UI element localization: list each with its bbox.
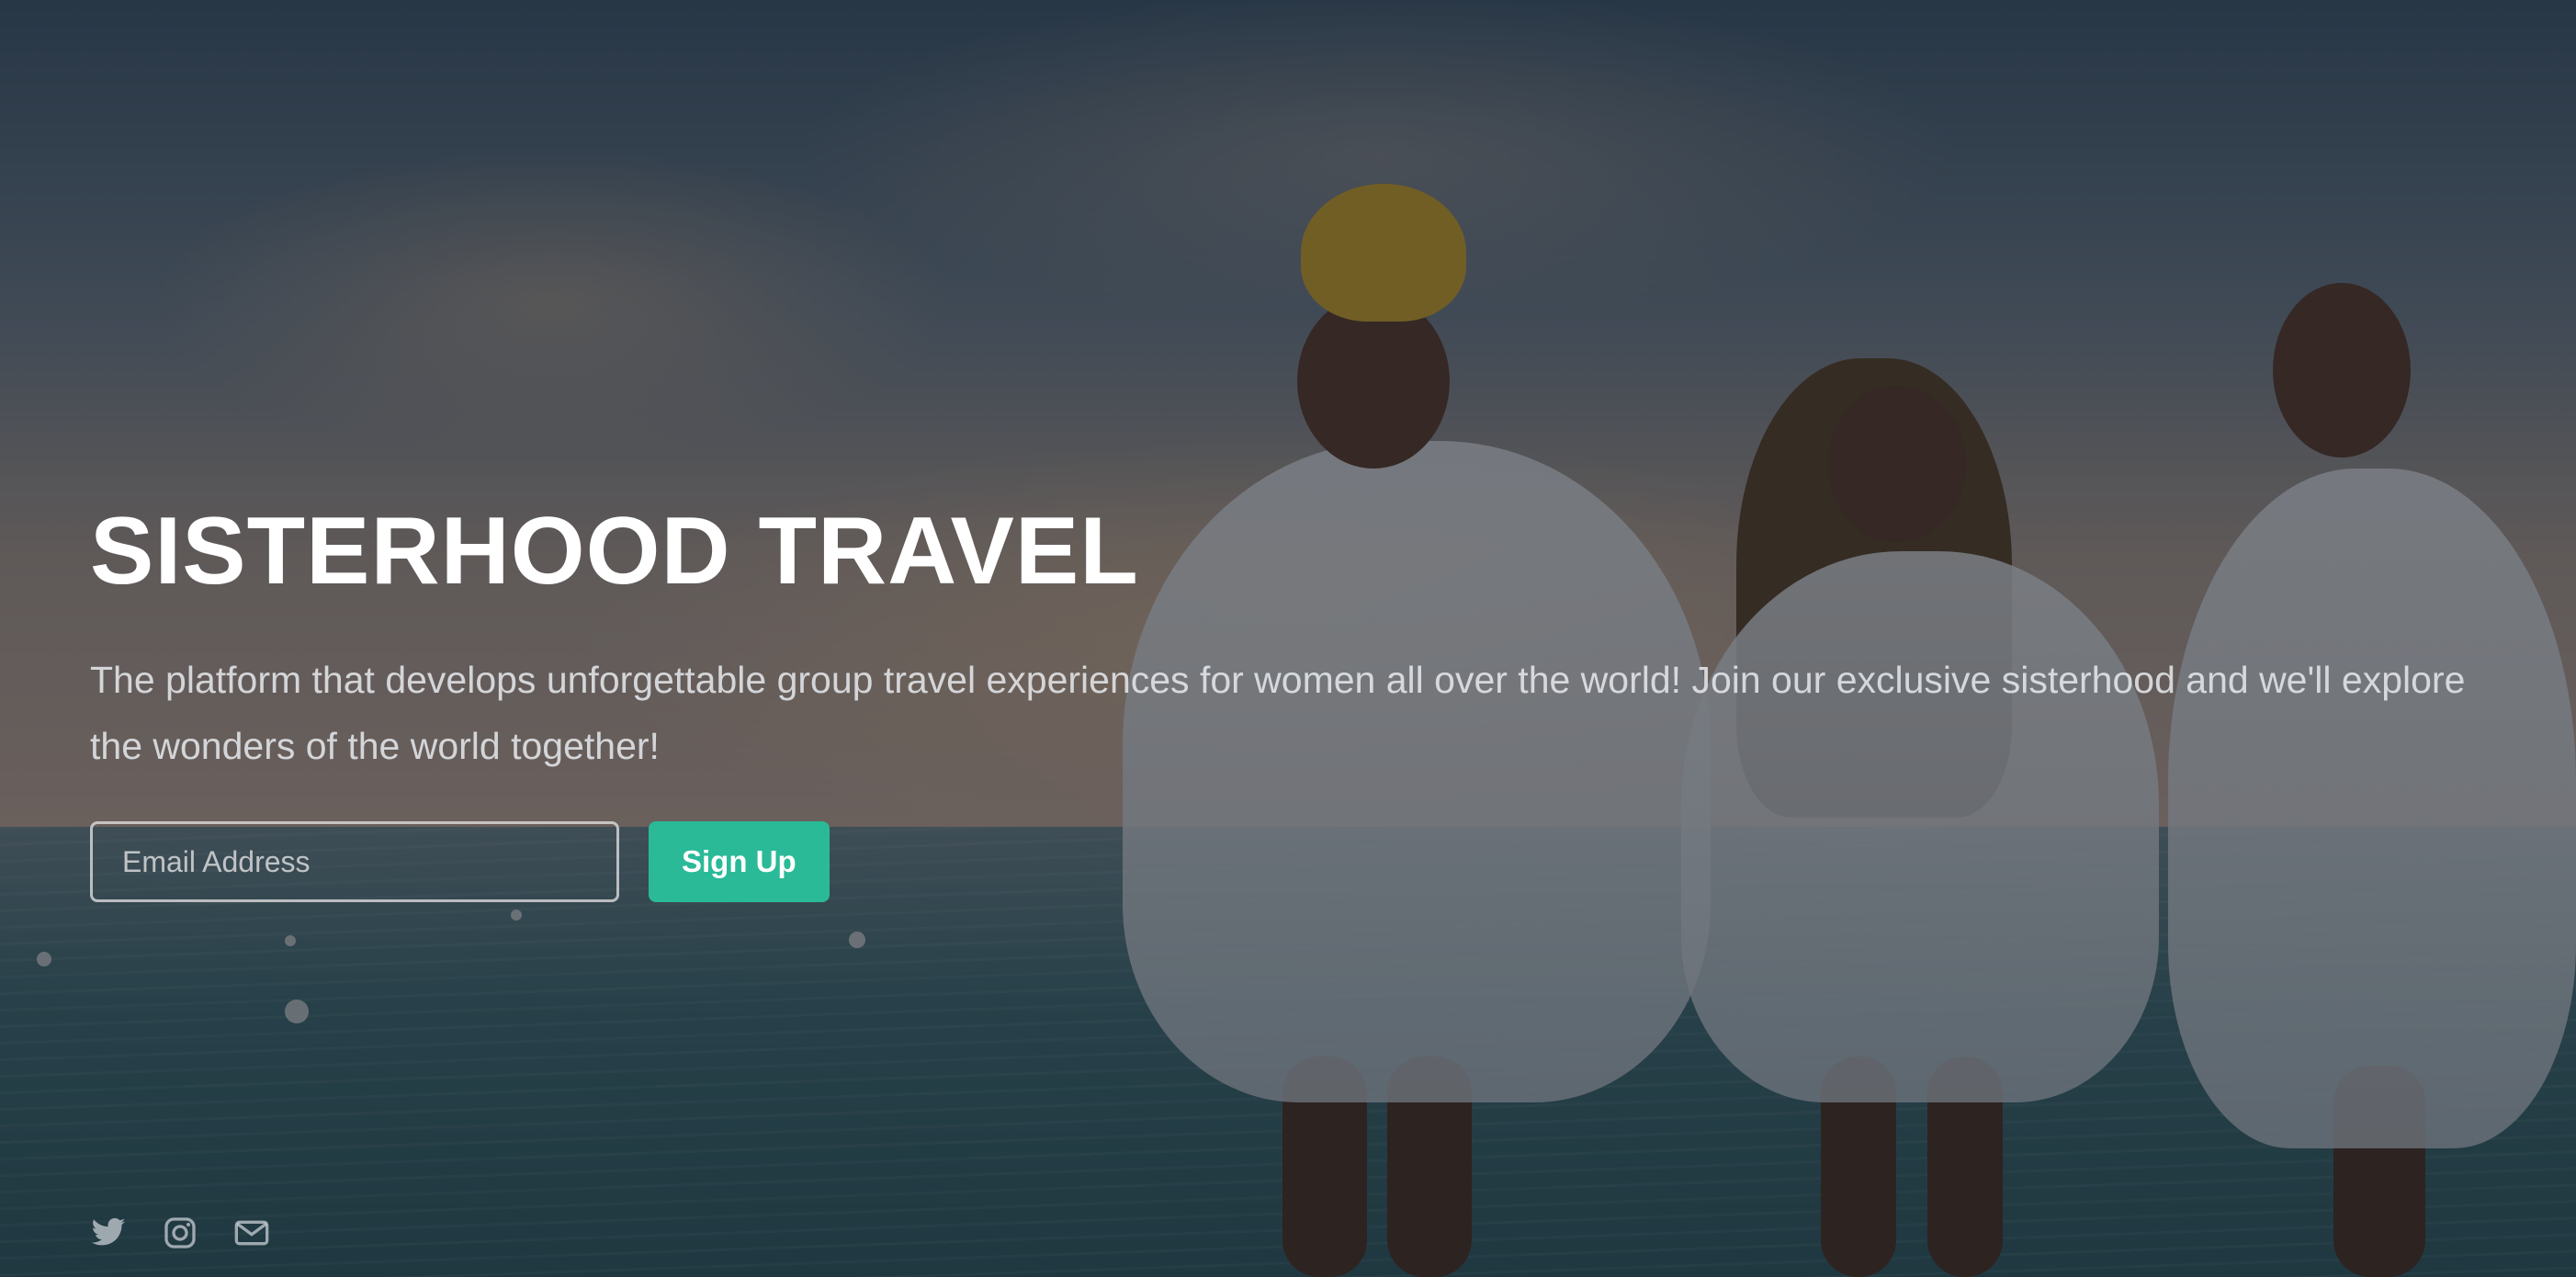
- sign-up-button[interactable]: Sign Up: [649, 821, 830, 902]
- mail-icon[interactable]: [233, 1215, 270, 1251]
- hero-content: SISTERHOOD TRAVEL The platform that deve…: [90, 496, 2515, 902]
- hero-subtitle: The platform that develops unforgettable…: [90, 659, 2466, 767]
- hero-section: SISTERHOOD TRAVEL The platform that deve…: [0, 0, 2576, 1277]
- signup-form: Sign Up: [90, 821, 2515, 902]
- social-links: [90, 1215, 270, 1251]
- email-field[interactable]: [90, 821, 619, 902]
- twitter-icon[interactable]: [90, 1215, 127, 1251]
- page-title: SISTERHOOD TRAVEL: [90, 498, 1139, 605]
- instagram-icon[interactable]: [162, 1215, 198, 1251]
